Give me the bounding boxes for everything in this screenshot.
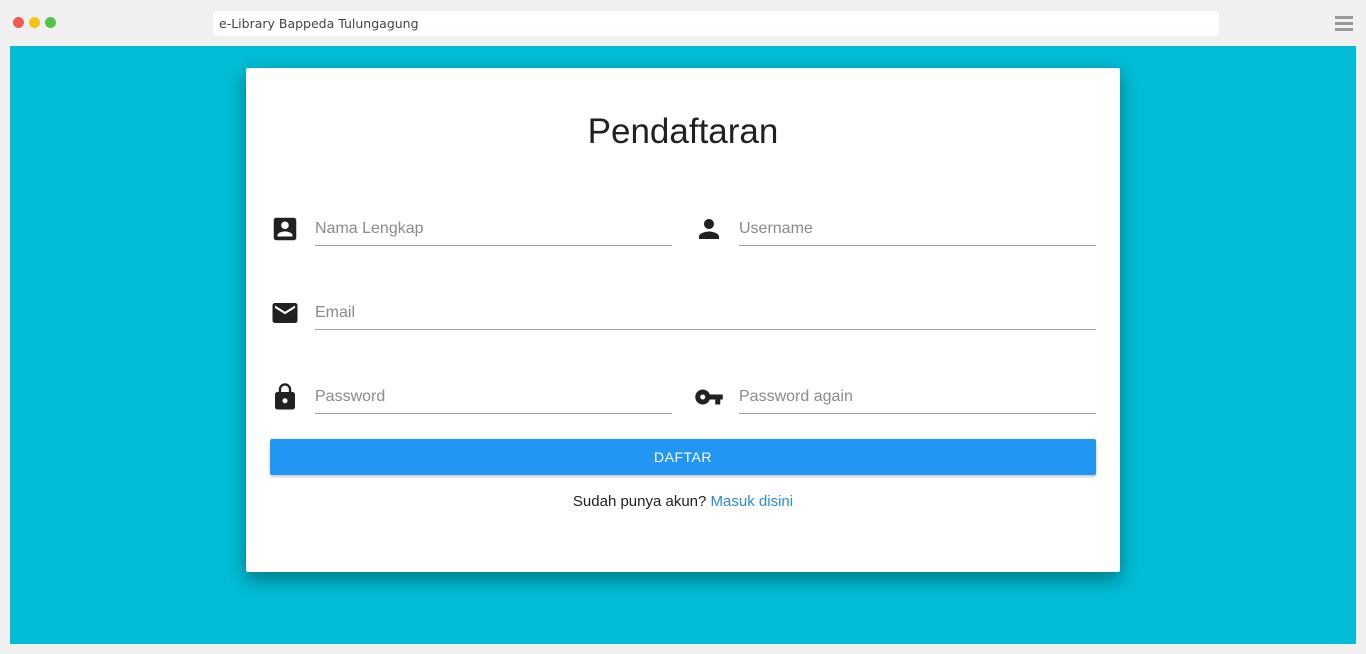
registration-card: Pendaftaran Nama Lengkap Username Email … (246, 68, 1120, 572)
password-again-field (694, 370, 1096, 422)
full-name-field (270, 202, 672, 254)
username-input[interactable] (739, 212, 1096, 246)
email-icon (272, 303, 298, 323)
minimize-window-button[interactable] (29, 17, 40, 28)
login-link[interactable]: Masuk disini (711, 493, 794, 510)
full-name-input[interactable] (315, 212, 672, 246)
close-window-button[interactable] (13, 17, 24, 28)
page-viewport: Pendaftaran Nama Lengkap Username Email … (10, 46, 1356, 644)
password-again-input[interactable] (739, 380, 1096, 414)
password-field (270, 370, 672, 422)
password-input[interactable] (315, 380, 672, 414)
username-field (694, 202, 1096, 254)
browser-toolbar: e-Library Bappeda Tulungagung (0, 0, 1366, 46)
email-input[interactable] (315, 296, 1096, 330)
hamburger-menu-icon[interactable] (1335, 16, 1353, 31)
register-button[interactable]: DAFTAR (270, 439, 1096, 475)
key-icon (695, 389, 723, 405)
person-icon (699, 219, 719, 239)
email-field (270, 286, 1096, 338)
account-box-icon (273, 217, 297, 241)
maximize-window-button[interactable] (45, 17, 56, 28)
login-prompt: Sudah punya akun? Masuk disini (246, 493, 1120, 510)
login-prompt-text: Sudah punya akun? (572, 493, 707, 510)
address-bar[interactable]: e-Library Bappeda Tulungagung (213, 11, 1219, 36)
lock-icon (275, 383, 295, 410)
page-title: Pendaftaran (587, 112, 779, 151)
